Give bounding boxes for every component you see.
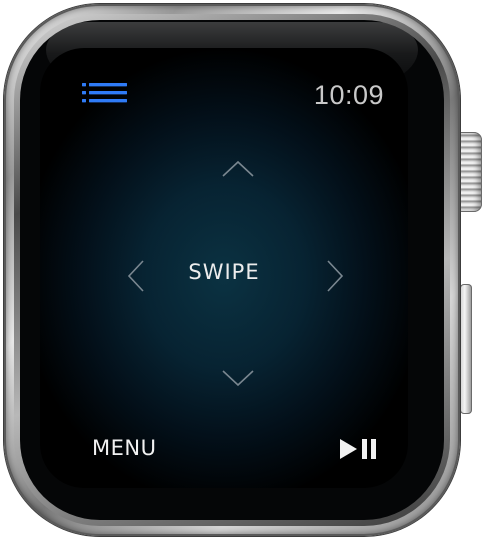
- menu-button[interactable]: MENU: [92, 436, 156, 460]
- chevron-down-icon[interactable]: [220, 366, 256, 390]
- chevron-up-icon[interactable]: [220, 158, 256, 182]
- play-pause-icon[interactable]: [338, 437, 382, 461]
- side-button[interactable]: [460, 284, 472, 414]
- watch-stage: 10:09 SWIPE MENU: [0, 0, 486, 541]
- swipe-label: SWIPE: [188, 260, 260, 284]
- remote-screen[interactable]: 10:09 SWIPE MENU: [40, 48, 408, 488]
- list-menu-icon[interactable]: [82, 83, 128, 111]
- status-time: 10:09: [313, 80, 384, 110]
